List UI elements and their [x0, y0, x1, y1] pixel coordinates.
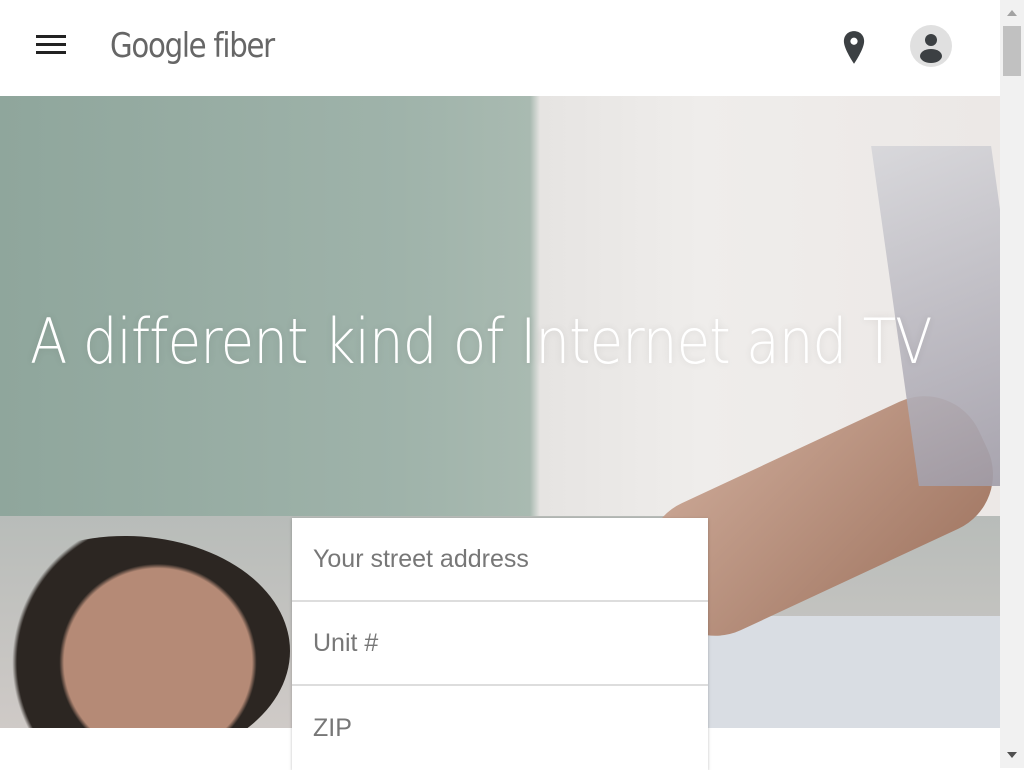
site-header: Google fiber [0, 0, 1000, 96]
google-fiber-logo[interactable]: Google fiber [110, 26, 275, 66]
zip-input[interactable] [313, 713, 708, 743]
scrollbar[interactable] [1000, 0, 1024, 768]
scroll-down-arrow-icon[interactable] [1007, 752, 1017, 758]
hero-headline: A different kind of Internet and TV [30, 305, 933, 378]
account-icon[interactable] [910, 25, 952, 67]
scrollbar-thumb[interactable] [1003, 26, 1021, 76]
street-address-input[interactable] [313, 544, 708, 574]
address-form [292, 518, 708, 770]
unit-input[interactable] [313, 628, 708, 658]
map-pin-icon[interactable] [840, 30, 868, 66]
scroll-up-arrow-icon[interactable] [1007, 10, 1017, 16]
hamburger-menu-button[interactable] [36, 35, 66, 57]
